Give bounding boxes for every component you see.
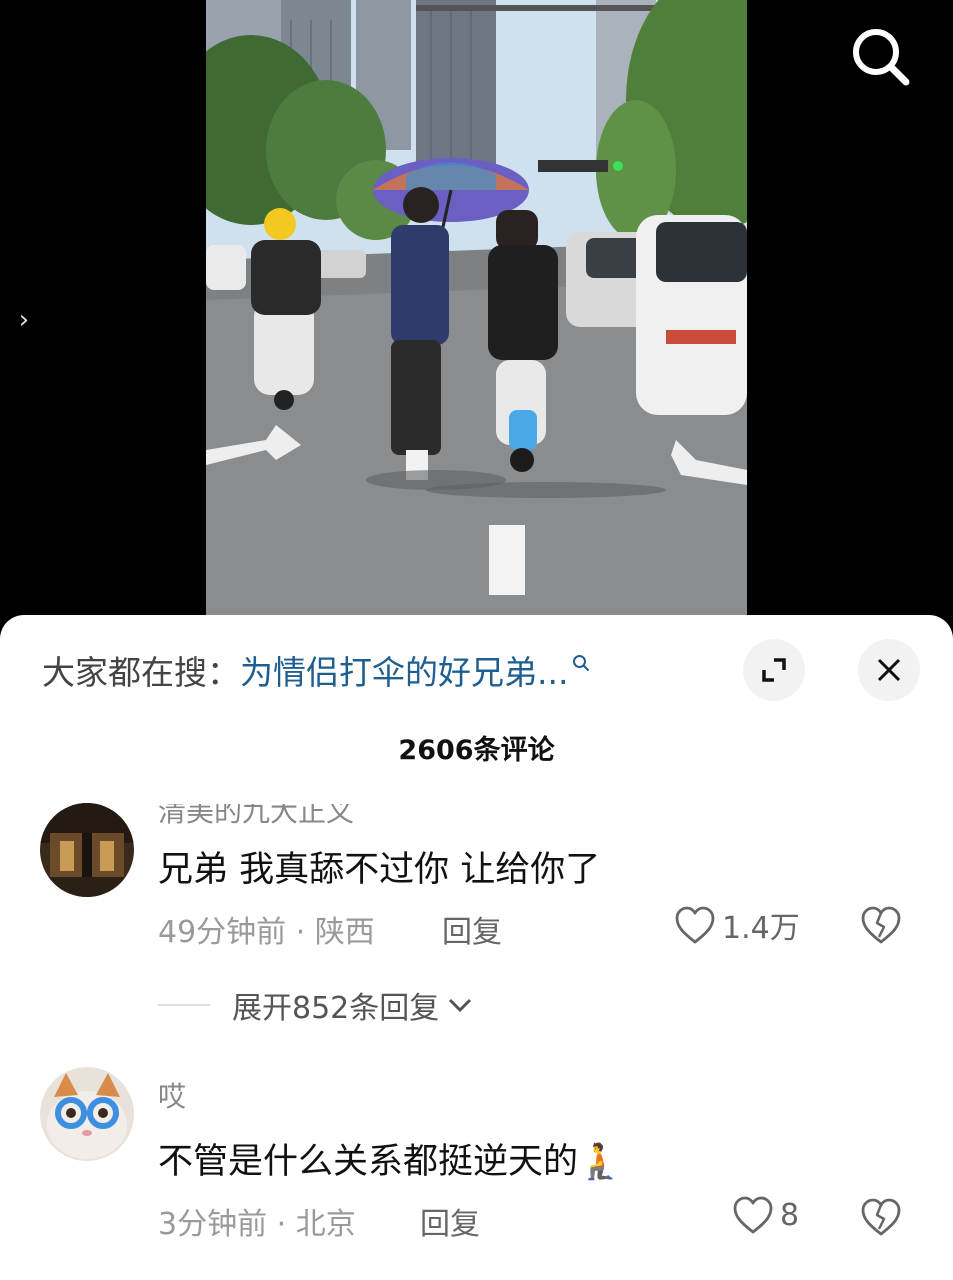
comment-time: 49分钟前 — [158, 915, 287, 950]
close-icon — [877, 658, 901, 682]
broken-heart-icon — [861, 906, 901, 944]
divider-line — [158, 1004, 210, 1006]
comment-sheet: 大家都在搜： 为情侣打伞的好兄弟... 2606条评论 清美的九大正义 兄弟 我… — [0, 615, 953, 1280]
avatar[interactable] — [40, 1067, 134, 1161]
video-thumbnail — [206, 0, 747, 615]
comment-meta: 3分钟前 · 北京 — [158, 1199, 356, 1243]
search-icon — [573, 655, 590, 671]
broken-heart-icon — [861, 1198, 901, 1236]
comment-time: 3分钟前 — [158, 1207, 268, 1242]
expand-replies-button[interactable]: 展开852条回复 — [158, 983, 475, 1027]
expand-button[interactable] — [743, 639, 805, 701]
search-button[interactable] — [846, 22, 916, 92]
dislike-button[interactable] — [860, 905, 902, 949]
avatar[interactable] — [40, 803, 134, 897]
meta-separator: · — [295, 915, 315, 950]
comment-text: 不管是什么关系都挺逆天的🧎 — [158, 1133, 622, 1184]
search-icon — [853, 29, 910, 86]
like-count: 8 — [780, 1197, 800, 1233]
comment-username[interactable]: 哎 — [158, 1075, 186, 1115]
video-player[interactable]: › — [0, 0, 953, 640]
video-frame[interactable] — [206, 0, 747, 615]
heart-icon — [675, 906, 715, 944]
meta-separator: · — [276, 1207, 296, 1242]
like-button[interactable]: 8 — [732, 1195, 799, 1235]
comment-count: 2606条评论 — [398, 735, 555, 766]
hot-search-query[interactable]: 为情侣打伞的好兄弟... — [240, 646, 568, 694]
expand-replies-label: 展开852条回复 — [232, 991, 440, 1026]
hot-search-bar[interactable]: 大家都在搜： 为情侣打伞的好兄弟... — [42, 648, 590, 692]
comment-emoji: 🧎 — [578, 1142, 622, 1182]
comment-location: 北京 — [295, 1207, 356, 1242]
like-button[interactable]: 1.4万 — [674, 903, 800, 947]
hot-search-label: 大家都在搜： — [42, 653, 240, 692]
comment-username[interactable]: 清美的九大正义 — [158, 804, 354, 830]
dislike-button[interactable] — [860, 1197, 902, 1241]
heart-icon — [733, 1196, 773, 1234]
comment-meta: 49分钟前 · 陕西 — [158, 907, 375, 951]
reply-button[interactable]: 回复 — [442, 907, 502, 951]
comment-location: 陕西 — [314, 915, 375, 950]
expand-icon — [762, 658, 786, 682]
reply-button[interactable]: 回复 — [420, 1199, 480, 1243]
close-button[interactable] — [858, 639, 920, 701]
chevron-right-icon[interactable]: › — [12, 305, 36, 335]
comment-text-body: 不管是什么关系都挺逆天的 — [158, 1142, 579, 1182]
comment-text: 兄弟 我真舔不过你 让给你了 — [158, 850, 601, 890]
like-count: 1.4万 — [722, 911, 800, 946]
chevron-down-icon — [449, 998, 472, 1013]
